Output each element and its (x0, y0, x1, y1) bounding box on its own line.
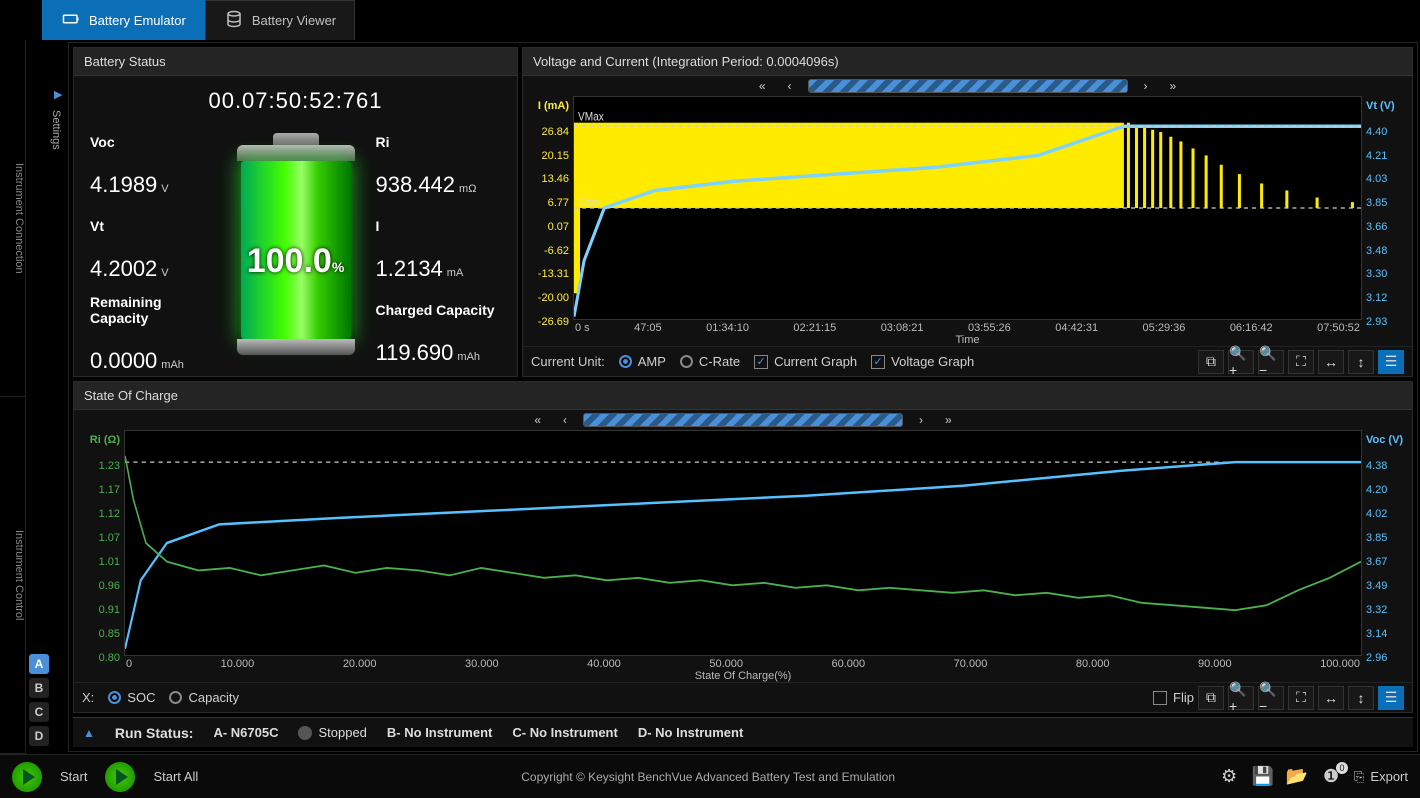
battery-graphic: 100.0% (226, 145, 366, 355)
run-status-bar: ▲ Run Status: A- N6705C Stopped B- No In… (73, 717, 1413, 747)
nav-next-icon[interactable]: › (913, 413, 929, 427)
ri-yaxis: Ri (Ω) 1.231.171.121.071.010.960.910.850… (74, 430, 124, 682)
zoom-out-icon[interactable]: 🔍− (1258, 350, 1284, 374)
svg-text:IStop: IStop (578, 197, 600, 209)
radio-soc[interactable]: SOC (108, 690, 155, 705)
slot-b-status: B- No Instrument (387, 725, 492, 740)
gear-icon[interactable]: ⚙ (1218, 766, 1240, 788)
nav-last-icon[interactable]: » (1164, 79, 1183, 93)
cursor-icon[interactable]: ☰ (1378, 350, 1404, 374)
svg-text:VMax: VMax (578, 111, 604, 124)
export-button[interactable]: ⎘ Export (1354, 769, 1408, 785)
export-icon: ⎘ (1354, 769, 1364, 785)
check-current-graph[interactable]: Current Graph (754, 354, 857, 369)
scrubber-track[interactable] (808, 79, 1128, 93)
soc-plot[interactable]: VMax 010.00020.00030.00040.00050.00060.0… (124, 430, 1362, 682)
sidebar-tab-connection[interactable]: Instrument Connection (0, 40, 25, 397)
slot-d-status: D- No Instrument (638, 725, 743, 740)
caret-up-icon[interactable]: ▲ (83, 726, 95, 740)
nav-prev-icon[interactable]: ‹ (782, 79, 798, 93)
radio-amp[interactable]: AMP (619, 354, 666, 369)
tab-label: Battery Viewer (252, 13, 336, 28)
nav-first-icon[interactable]: « (528, 413, 547, 427)
stat-ri: Ri938.442mΩ (366, 132, 506, 200)
vc-plot[interactable]: VMax IStop 0 s47:0501:34:1002:21:1503:08… (573, 96, 1362, 346)
check-flip[interactable]: Flip (1153, 686, 1194, 710)
status-dot-icon (298, 726, 312, 740)
nav-next-icon[interactable]: › (1138, 79, 1154, 93)
settings-label: Settings (50, 110, 62, 150)
stat-voc: Voc4.1989V (86, 132, 226, 200)
panel-title: State Of Charge (74, 382, 1412, 410)
battery-percent: 100.0 (247, 242, 332, 280)
nav-last-icon[interactable]: » (939, 413, 958, 427)
save-icon[interactable]: 💾 (1252, 766, 1274, 788)
voc-yaxis: Voc (V) 4.384.204.023.853.673.493.323.14… (1362, 430, 1412, 682)
stat-vt: Vt4.2002V (86, 216, 226, 284)
chevron-right-icon: ▶ (54, 88, 62, 101)
fit-x-icon[interactable]: ↔ (1318, 686, 1344, 710)
check-voltage-graph[interactable]: Voltage Graph (871, 354, 974, 369)
fit-x-icon[interactable]: ↔ (1318, 350, 1344, 374)
fit-all-icon[interactable]: ⛶ (1288, 686, 1314, 710)
stat-charged: Charged Capacity119.690mAh (366, 300, 506, 368)
zoom-out-icon[interactable]: 🔍− (1258, 686, 1284, 710)
slot-c-button[interactable]: C (29, 702, 49, 722)
stat-i: I1.2134mA (366, 216, 506, 284)
soc-panel: State Of Charge « ‹ › » Ri (Ω) 1.231.171… (73, 381, 1413, 713)
panel-title: Voltage and Current (Integration Period:… (523, 48, 1412, 76)
voltage-yaxis: Vt (V) 4.404.214.033.853.663.483.303.122… (1362, 96, 1412, 346)
soc-xaxis: 010.00020.00030.00040.00050.00060.00070.… (124, 656, 1362, 670)
nav-prev-icon[interactable]: ‹ (557, 413, 573, 427)
sidebar-tab-control[interactable]: Instrument Control (0, 397, 25, 754)
slot-c-status: C- No Instrument (512, 725, 617, 740)
fit-all-icon[interactable]: ⛶ (1288, 350, 1314, 374)
start-all-button[interactable] (105, 762, 135, 792)
tab-battery-emulator[interactable]: Battery Emulator (42, 0, 205, 40)
panel-title: Battery Status (74, 48, 517, 76)
cursor-icon[interactable]: ☰ (1378, 686, 1404, 710)
time-xaxis: 0 s47:0501:34:1002:21:1503:08:2103:55:26… (573, 320, 1362, 334)
database-icon (224, 10, 244, 31)
elapsed-timer: 00.07:50:52:761 (86, 88, 505, 114)
radio-crate[interactable]: C-Rate (680, 354, 740, 369)
bottom-bar: Start Start All Copyright © Keysight Ben… (0, 754, 1420, 798)
slot-d-button[interactable]: D (29, 726, 49, 746)
battery-status-panel: Battery Status 00.07:50:52:761 Voc4.1989… (73, 47, 518, 377)
zoom-in-icon[interactable]: 🔍+ (1228, 686, 1254, 710)
settings-collapse-strip[interactable]: ▶ Settings (52, 40, 66, 754)
current-yaxis: I (mA) 26.8420.1513.466.770.07-6.62-13.3… (523, 96, 573, 346)
voltage-current-panel: Voltage and Current (Integration Period:… (522, 47, 1413, 377)
slot-b-button[interactable]: B (29, 678, 49, 698)
zoom-region-icon[interactable]: ⧉ (1198, 686, 1224, 710)
zoom-region-icon[interactable]: ⧉ (1198, 350, 1224, 374)
fit-y-icon[interactable]: ↕ (1348, 686, 1374, 710)
folder-open-icon[interactable]: 📂 (1286, 766, 1308, 788)
tab-label: Battery Emulator (89, 13, 186, 28)
radio-capacity[interactable]: Capacity (169, 690, 239, 705)
left-rail: Instrument Connection Instrument Control (0, 40, 26, 754)
copyright-text: Copyright © Keysight BenchVue Advanced B… (216, 770, 1200, 784)
alert-icon[interactable]: ❶0 (1320, 766, 1342, 788)
soc-scrubber: « ‹ › » (74, 410, 1412, 430)
battery-icon (61, 10, 81, 31)
nav-first-icon[interactable]: « (753, 79, 772, 93)
start-button[interactable] (12, 762, 42, 792)
zoom-in-icon[interactable]: 🔍+ (1228, 350, 1254, 374)
vc-toolbar: Current Unit: AMP C-Rate Current Graph V… (523, 346, 1412, 376)
soc-toolbar: X: SOC Capacity Flip ⧉ 🔍+ 🔍− ⛶ ↔ ↕ ☰ (74, 682, 1412, 712)
tabstrip: Battery Emulator Battery Viewer (0, 0, 1420, 40)
fit-y-icon[interactable]: ↕ (1348, 350, 1374, 374)
slot-a-button[interactable]: A (29, 654, 49, 674)
scrubber-track[interactable] (583, 413, 903, 427)
tab-battery-viewer[interactable]: Battery Viewer (205, 0, 355, 40)
stat-remaining: Remaining Capacity0.0000mAh (86, 292, 226, 376)
slot-a-status: A- N6705C (213, 725, 278, 740)
time-scrubber: « ‹ › » (523, 76, 1412, 96)
slot-rail: A B C D (26, 40, 52, 754)
